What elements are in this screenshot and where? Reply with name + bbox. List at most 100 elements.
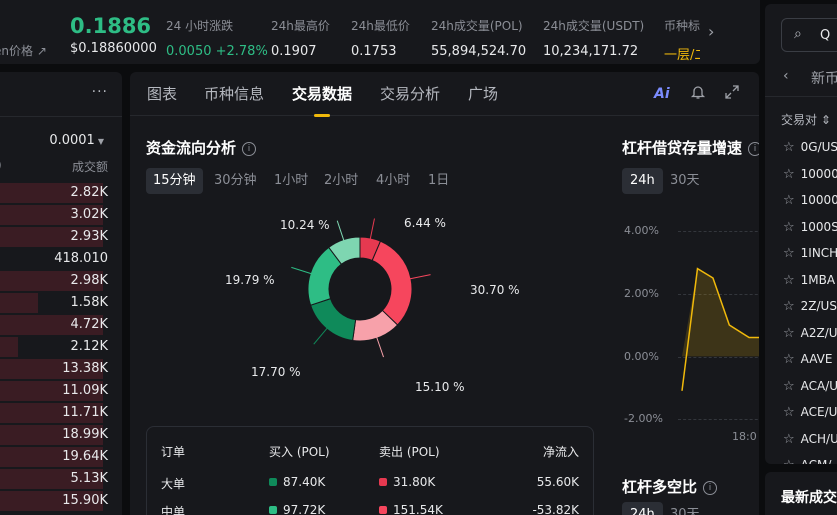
bell-icon[interactable]: [690, 84, 706, 104]
table-cell: -53.82K: [532, 503, 579, 515]
market-pair-item[interactable]: ☆ ACE/U: [783, 405, 837, 420]
order-amount: 11.71K: [62, 405, 108, 420]
info-icon[interactable]: i: [242, 142, 257, 156]
market-pair-item[interactable]: ☆ 1000S: [783, 220, 837, 235]
margin-period-30d[interactable]: 30天: [670, 168, 700, 194]
order-row[interactable]: 2.93K: [0, 226, 122, 248]
pair-name: ACM/: [801, 458, 832, 464]
chevron-right-icon[interactable]: ›: [708, 22, 714, 41]
table-cell: 大单: [161, 477, 186, 491]
stat-low: 24h最低价 0.1753: [351, 19, 410, 59]
donut-slice[interactable]: [309, 298, 357, 342]
period-1d[interactable]: 1日: [428, 168, 449, 194]
search-input[interactable]: ⌕ Q: [781, 18, 837, 52]
stat-change: 24 小时涨跌 0.0050 +2.78%: [166, 19, 268, 59]
star-icon[interactable]: ☆: [783, 220, 795, 235]
order-row[interactable]: 5.13K: [0, 468, 122, 490]
expand-icon[interactable]: [724, 84, 740, 104]
order-row[interactable]: 15.90K: [0, 490, 122, 512]
star-icon[interactable]: ☆: [783, 140, 795, 155]
table-header: 净流入: [542, 445, 579, 459]
depth-bar: [0, 337, 18, 357]
long-short-period-24h[interactable]: 24h: [622, 502, 663, 515]
market-list-panel: ⌕ Q ‹ 新币 交易对 ⇕ ☆ 0G/US ☆ 10000 ☆ 10000 ☆ 1000S ☆…: [765, 4, 837, 464]
slice-label: 6.44 %: [404, 216, 446, 230]
tab-square[interactable]: 广场: [468, 83, 498, 104]
margin-period-24h[interactable]: 24h: [622, 168, 663, 194]
table-header: 订单: [161, 445, 186, 459]
tab-new-coins[interactable]: 新币: [811, 68, 837, 88]
order-row[interactable]: 2.82K: [0, 182, 122, 204]
order-row[interactable]: 2.12K: [0, 336, 122, 358]
market-pair-item[interactable]: ☆ 10000: [783, 167, 837, 182]
order-row[interactable]: 418.010: [0, 248, 122, 270]
market-pair-item[interactable]: ☆ 2Z/US: [783, 299, 837, 314]
period-1h[interactable]: 1小时: [274, 168, 308, 194]
depth-bar: [0, 293, 38, 313]
info-icon[interactable]: i: [748, 142, 759, 156]
market-pair-item[interactable]: ☆ 1MBA: [783, 273, 835, 288]
order-row[interactable]: 3.02K: [0, 204, 122, 226]
market-pair-item[interactable]: ☆ 1INCH: [783, 246, 837, 261]
tab-coin-info[interactable]: 币种信息: [204, 83, 264, 104]
period-2h[interactable]: 2小时: [324, 168, 358, 194]
star-icon[interactable]: ☆: [783, 432, 795, 447]
pair-column-header[interactable]: 交易对 ⇕: [781, 111, 831, 128]
info-icon[interactable]: i: [703, 481, 718, 495]
margin-growth-title: 杠杆借贷存量增速 i: [622, 137, 759, 158]
star-icon[interactable]: ☆: [783, 379, 795, 394]
order-row[interactable]: 2.98K: [0, 270, 122, 292]
table-cell: 中单: [161, 505, 186, 515]
table-cell: 87.40K: [269, 475, 325, 489]
chevron-left-icon[interactable]: ‹: [783, 68, 789, 84]
order-row[interactable]: 4.72K: [0, 314, 122, 336]
star-icon[interactable]: ☆: [783, 246, 795, 261]
pair-name: 10000: [800, 166, 837, 181]
order-row[interactable]: 1.58K: [0, 292, 122, 314]
table-header: 卖出 (POL): [379, 445, 440, 459]
slice-label: 17.70 %: [251, 365, 301, 379]
slice-leader-line: [375, 336, 384, 358]
market-pair-item[interactable]: ☆ 0G/US: [783, 140, 837, 155]
order-amount: 13.38K: [62, 361, 108, 376]
star-icon[interactable]: ☆: [783, 167, 795, 182]
market-pair-item[interactable]: ☆ ACM/: [783, 458, 831, 464]
pair-name: ACE/U: [800, 405, 837, 419]
table-cell: 151.54K: [379, 503, 443, 515]
star-icon[interactable]: ☆: [783, 405, 795, 420]
order-row[interactable]: 18.99K: [0, 424, 122, 446]
ai-icon[interactable]: Ai: [654, 86, 670, 102]
area-fill: [682, 268, 759, 357]
precision-select[interactable]: 0.0001 ▼: [49, 133, 104, 148]
more-icon[interactable]: ···: [92, 84, 108, 100]
market-pair-item[interactable]: ☆ AAVE: [783, 352, 832, 367]
market-pair-item[interactable]: ☆ ACA/U: [783, 379, 837, 394]
order-row[interactable]: 19.64K: [0, 446, 122, 468]
star-icon[interactable]: ☆: [783, 193, 795, 208]
star-icon[interactable]: ☆: [783, 273, 795, 288]
long-short-period-30d[interactable]: 30天: [670, 502, 700, 515]
tab-chart[interactable]: 图表: [147, 83, 177, 104]
order-row[interactable]: 11.71K: [0, 402, 122, 424]
tab-trading-analysis[interactable]: 交易分析: [380, 83, 440, 104]
divider: [765, 96, 837, 97]
order-row[interactable]: 13.38K: [0, 358, 122, 380]
star-icon[interactable]: ☆: [783, 352, 795, 367]
period-4h[interactable]: 4小时: [376, 168, 410, 194]
period-15m[interactable]: 15分钟: [146, 168, 203, 194]
market-pair-item[interactable]: ☆ ACH/U: [783, 432, 837, 447]
market-pair-item[interactable]: ☆ A2Z/U: [783, 326, 837, 341]
tab-trading-data[interactable]: 交易数据: [292, 83, 352, 117]
period-30m[interactable]: 30分钟: [214, 168, 257, 194]
table-cell: 97.72K: [269, 503, 325, 515]
order-row[interactable]: 11.09K: [0, 380, 122, 402]
stat-coin-tag[interactable]: 币种标签 一层/二层: [664, 17, 700, 63]
star-icon[interactable]: ☆: [783, 326, 795, 341]
market-pair-item[interactable]: ☆ 10000: [783, 193, 837, 208]
star-icon[interactable]: ☆: [783, 299, 795, 314]
donut-slice[interactable]: [371, 240, 413, 326]
coin-price-title[interactable]: en价格 ↗: [0, 42, 47, 59]
stat-volume-pol: 24h成交量(POL) 55,894,524.70: [431, 19, 527, 59]
star-icon[interactable]: ☆: [783, 458, 795, 464]
order-amount: 19.64K: [62, 449, 108, 464]
